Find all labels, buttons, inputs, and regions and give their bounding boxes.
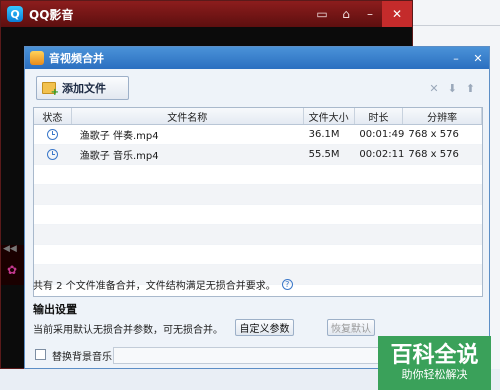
file-name: 渔歌子 音乐.mp4 xyxy=(79,151,159,162)
add-folder-icon xyxy=(42,82,59,98)
clock-icon xyxy=(47,149,59,160)
column-size[interactable]: 文件大小 xyxy=(304,108,355,124)
player-tool-icon[interactable]: ✿ xyxy=(7,263,17,277)
move-up-icon[interactable]: ⬆ xyxy=(466,82,475,95)
empty-row xyxy=(34,225,482,245)
table-header: 状态 文件名称 文件大小 时长 分辨率 xyxy=(34,108,482,125)
delete-icon[interactable]: ✕ xyxy=(429,82,438,95)
move-down-icon[interactable]: ⬇ xyxy=(448,82,457,95)
file-resolution: 768 x 576 xyxy=(408,129,459,140)
summary-text: 共有 2 个文件准备合并，文件结构满足无损合并要求。 xyxy=(33,281,276,292)
merge-dialog-title: 音视频合并 xyxy=(49,52,104,65)
watermark: 百科全说 助你轻松解决 xyxy=(378,336,491,390)
table-row[interactable]: 渔歌子 伴奏.mp4 36.1M 00:01:49 768 x 576 xyxy=(34,125,482,145)
empty-row xyxy=(34,185,482,205)
empty-row xyxy=(34,205,482,225)
add-file-label: 添加文件 xyxy=(62,82,106,95)
close-icon[interactable]: ✕ xyxy=(382,1,412,27)
merge-toolbar: 添加文件 ✕ ⬇ ⬆ xyxy=(25,69,489,105)
merge-icon xyxy=(30,51,44,65)
seek-back-icon[interactable]: ◀◀ xyxy=(3,244,17,254)
custom-params-button[interactable]: 自定义参数 xyxy=(235,319,294,336)
minimize-icon[interactable]: – xyxy=(445,47,467,69)
output-settings-title: 输出设置 xyxy=(33,303,77,316)
clock-icon xyxy=(47,129,59,140)
pin-icon[interactable]: ▭ xyxy=(310,1,334,27)
column-resolution[interactable]: 分辨率 xyxy=(403,108,482,124)
reset-default-button[interactable]: 恢复默认 xyxy=(327,319,375,336)
help-icon[interactable]: ? xyxy=(281,279,293,290)
file-name: 渔歌子 伴奏.mp4 xyxy=(79,131,159,142)
merge-dialog-titlebar[interactable]: 音视频合并 – ✕ xyxy=(25,47,489,69)
file-size: 55.5M xyxy=(308,149,340,160)
skin-icon[interactable]: ⌂ xyxy=(334,1,358,27)
file-duration: 00:01:49 xyxy=(359,129,405,140)
table-row[interactable]: 渔歌子 音乐.mp4 55.5M 00:02:11 768 x 576 xyxy=(34,145,482,165)
add-file-button[interactable]: 添加文件 xyxy=(36,76,129,100)
file-size: 36.1M xyxy=(308,129,340,140)
qq-player-titlebar[interactable]: Q QQ影音 ▭ ⌂ – ✕ xyxy=(1,1,412,27)
column-status[interactable]: 状态 xyxy=(34,108,72,124)
watermark-subtitle: 助你轻松解决 xyxy=(401,368,468,381)
column-duration[interactable]: 时长 xyxy=(355,108,404,124)
minimize-icon[interactable]: – xyxy=(358,1,382,27)
column-filename[interactable]: 文件名称 xyxy=(72,108,304,124)
bgm-path-input[interactable] xyxy=(113,347,389,364)
file-table: 状态 文件名称 文件大小 时长 分辨率 渔歌子 伴奏.mp4 36.1M 00:… xyxy=(33,107,483,297)
empty-row xyxy=(34,245,482,265)
replace-bgm-label: 替换背景音乐 xyxy=(52,352,112,363)
qq-player-title: QQ影音 xyxy=(29,7,74,22)
summary: 共有 2 个文件准备合并，文件结构满足无损合并要求。 ? xyxy=(33,277,293,292)
watermark-title: 百科全说 xyxy=(390,343,479,368)
close-icon[interactable]: ✕ xyxy=(467,47,489,69)
output-settings-description: 当前采用默认无损合并参数，可无损合并。 xyxy=(33,325,223,336)
replace-bgm-checkbox[interactable] xyxy=(35,349,46,360)
qq-player-logo-icon: Q xyxy=(7,6,23,22)
file-duration: 00:02:11 xyxy=(359,149,405,160)
merge-dialog: 音视频合并 – ✕ 添加文件 ✕ ⬇ ⬆ 状态 文件名称 文件大小 时长 分辨率… xyxy=(24,46,491,390)
file-resolution: 768 x 576 xyxy=(408,149,459,160)
empty-row xyxy=(34,165,482,185)
